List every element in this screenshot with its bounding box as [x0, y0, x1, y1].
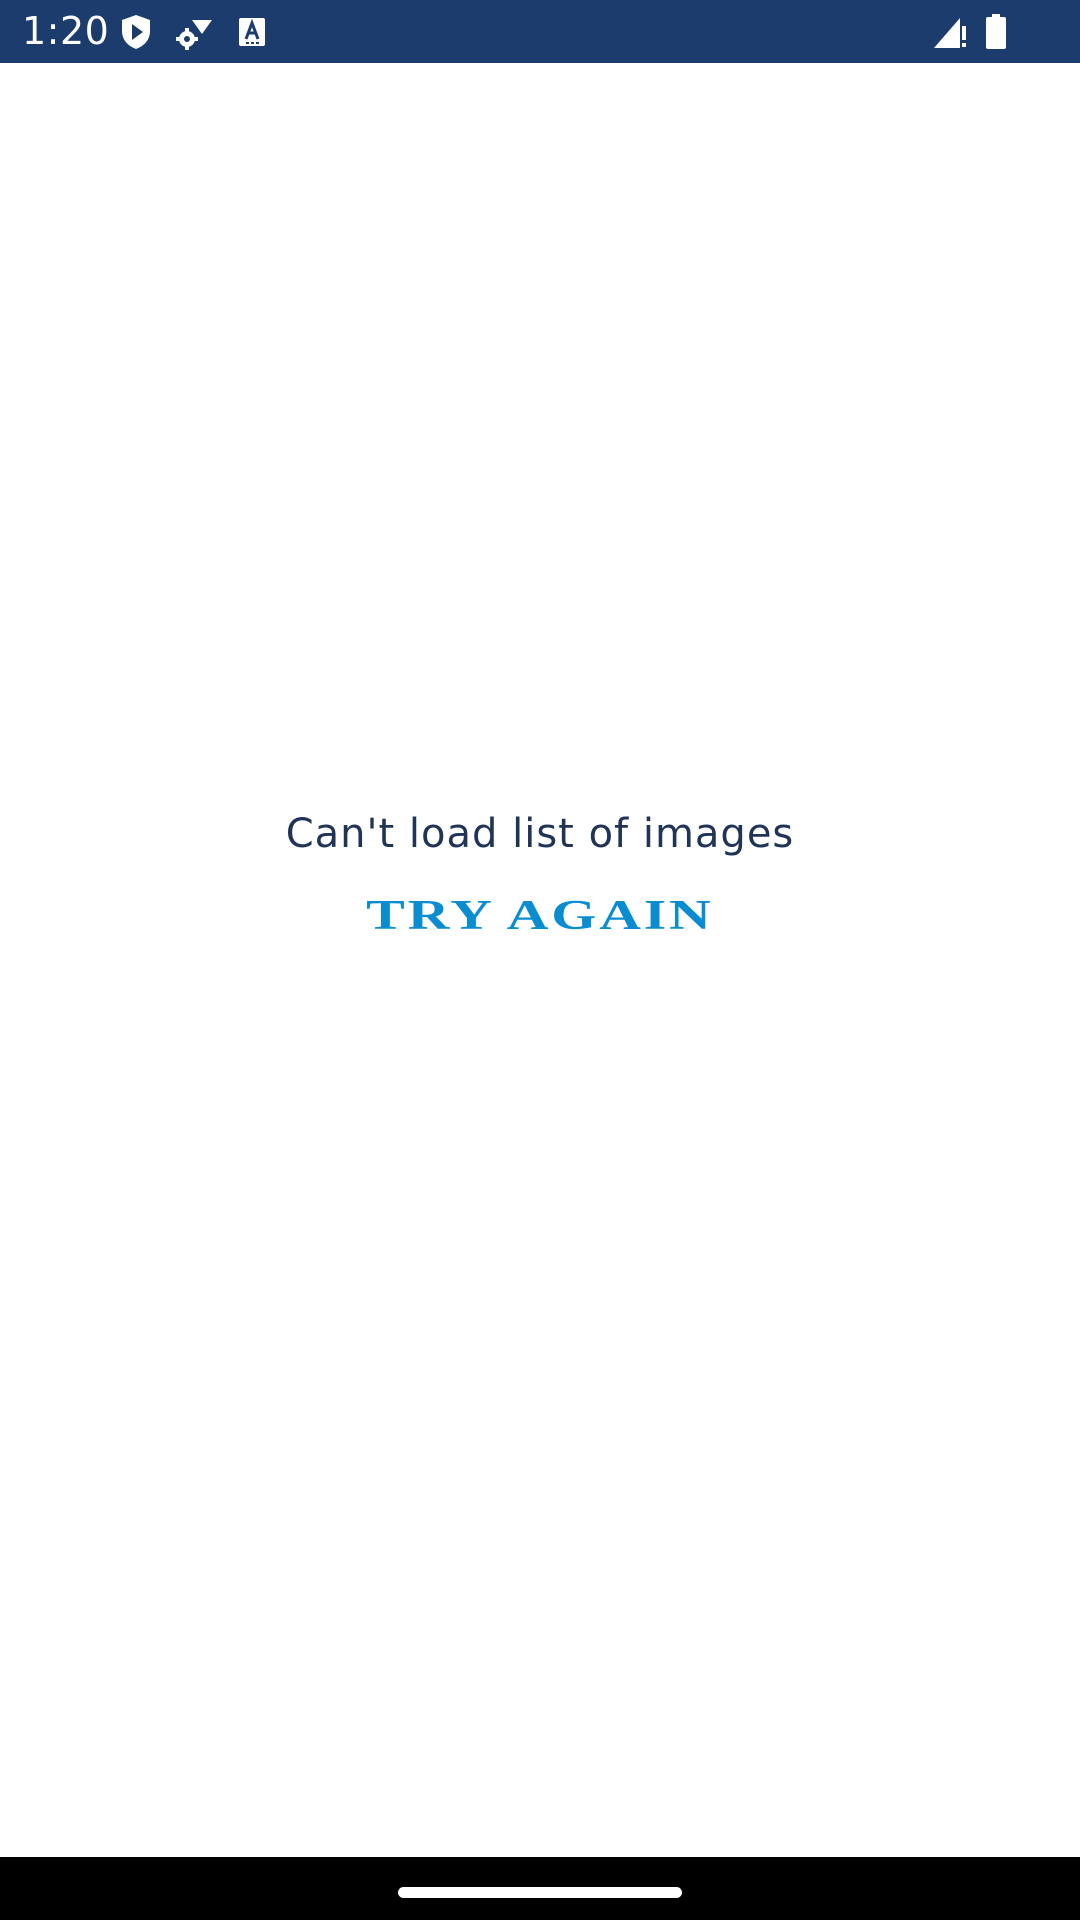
status-bar: 1:20 [0, 0, 1080, 63]
home-gesture-handle[interactable] [398, 1887, 682, 1898]
play-protect-icon [116, 12, 156, 52]
try-again-button[interactable]: TRY AGAIN [339, 880, 742, 952]
settings-wifi-icon [172, 12, 214, 52]
status-time: 1:20 [22, 9, 110, 53]
error-message: Can't load list of images [285, 811, 795, 857]
signal-icon [930, 12, 970, 52]
battery-icon [984, 12, 1008, 52]
a-box-icon [236, 12, 268, 52]
screen: 1:20 Can't load list of images TRY AGAIN [0, 0, 1080, 1920]
navigation-bar [0, 1857, 1080, 1920]
error-state: Can't load list of images TRY AGAIN [0, 806, 1080, 952]
content-area [0, 63, 1080, 1857]
